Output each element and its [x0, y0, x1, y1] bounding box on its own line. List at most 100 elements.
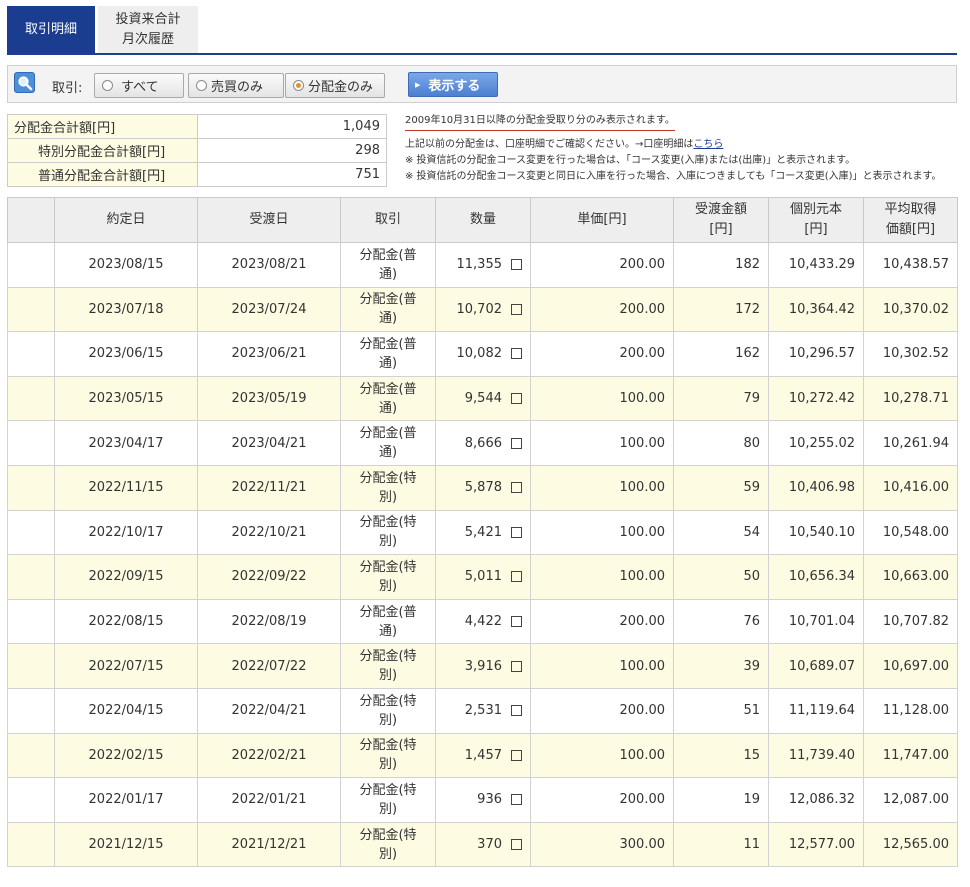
row-blank-cell — [7, 732, 55, 779]
cell-trade-date: 2023/04/17 — [54, 420, 198, 466]
cell-amount: 54 — [673, 509, 769, 556]
show-button[interactable]: ▶ 表示する — [408, 72, 498, 97]
cell-amount: 39 — [673, 643, 769, 689]
cell-amount: 182 — [673, 242, 769, 288]
cell-type-line2: 通) — [378, 311, 398, 327]
table-row: 2023/06/15 2023/06/21 分配金(普 通) 10,082 200.00 1… — [7, 331, 958, 377]
search-icon — [14, 72, 35, 93]
table-row: 2022/01/17 2022/01/21 分配金(特 別) 936 200.00 19 12… — [7, 777, 958, 823]
cell-type-line2: 別) — [378, 578, 398, 594]
table-row: 2022/11/15 2022/11/21 分配金(特 別) 5,878 100.00 59… — [7, 464, 958, 511]
cell-qty-value: 936 — [477, 792, 502, 808]
cell-type: 分配金(特 別) — [340, 554, 436, 600]
cell-trade-date: 2022/01/17 — [54, 777, 198, 823]
cell-trade-date: 2022/04/15 — [54, 687, 198, 734]
cell-type: 分配金(特 別) — [340, 643, 436, 689]
table-row: 2022/09/15 2022/09/22 分配金(特 別) 5,011 100.00 50… — [7, 554, 958, 600]
header-trade-date: 約定日 — [54, 197, 198, 243]
filter-option-all[interactable]: すべて — [94, 73, 184, 98]
cell-price: 200.00 — [530, 242, 674, 288]
cell-type-line1: 分配金(特 — [359, 827, 417, 843]
cell-avg: 10,261.94 — [863, 420, 958, 466]
cell-qty: 11,355 — [435, 242, 531, 288]
header-avg-2: 価額[円] — [885, 222, 936, 237]
summary-row-total: 分配金合計額[円] 1,049 — [7, 114, 387, 139]
table-row: 2022/02/15 2022/02/21 分配金(特 別) 1,457 100.00 15… — [7, 732, 958, 779]
account-statement-link[interactable]: こちら — [693, 139, 723, 150]
cell-type: 分配金(特別) — [340, 732, 436, 779]
cell-avg: 12,087.00 — [863, 777, 958, 823]
cell-settle-date: 2022/11/21 — [197, 464, 341, 511]
cell-amount: 79 — [673, 375, 769, 422]
cell-settle-date: 2022/08/19 — [197, 598, 341, 645]
cell-principal: 10,364.42 — [768, 286, 864, 333]
cell-avg: 10,302.52 — [863, 331, 958, 377]
row-blank-cell — [7, 777, 55, 823]
filter-option-distributions[interactable]: 分配金のみ — [285, 73, 385, 98]
table-row: 2023/05/15 2023/05/19 分配金(普 通) 9,544 100.00 79… — [7, 375, 958, 422]
row-blank-cell — [7, 821, 55, 868]
note-course-change-same-day: ※ 投資信託の分配金コース変更と同日に入庫を行った場合、入庫につきましても「コー… — [405, 171, 942, 182]
cell-type: 分配金(普 通) — [340, 242, 436, 288]
cell-avg: 10,370.02 — [863, 286, 958, 333]
tab-bar: 取引明細 投資来合計 月次履歴 — [7, 6, 957, 55]
cell-settle-date: 2023/07/24 — [197, 286, 341, 333]
cell-principal: 10,433.29 — [768, 242, 864, 288]
header-amount: 受渡金額 [円] — [673, 197, 769, 243]
cell-qty: 1,457 — [435, 732, 531, 779]
cell-type-line1: 分配金(特 — [359, 782, 417, 798]
cell-trade-date: 2023/08/15 — [54, 242, 198, 288]
note-account-statement: 上記以前の分配金は、口座明細でご確認ください。→口座明細はこちら — [405, 137, 960, 153]
unit-box-icon — [511, 705, 522, 717]
cell-type: 分配金(特 別) — [340, 687, 436, 734]
cell-settle-date: 2022/01/21 — [197, 777, 341, 823]
row-blank-cell — [7, 375, 55, 422]
cell-qty: 5,421 — [435, 509, 531, 556]
cell-qty: 936 — [435, 777, 531, 823]
cell-type-line1: 分配金(特 — [359, 693, 417, 709]
cell-type-line1: 分配金(特 — [359, 738, 417, 754]
tab-monthly-history[interactable]: 投資来合計 月次履歴 — [98, 6, 198, 53]
summary-table: 分配金合計額[円] 1,049 特別分配金合計額[円] 298 普通分配金合計額… — [7, 114, 387, 187]
cell-amount: 59 — [673, 464, 769, 511]
unit-box-icon — [511, 571, 522, 583]
cell-price: 100.00 — [530, 464, 674, 511]
show-button-label: 表示する — [428, 79, 481, 94]
cell-type-line2: 別) — [378, 534, 398, 550]
cell-qty-value: 370 — [477, 837, 502, 853]
unit-box-icon — [511, 749, 522, 761]
unit-box-icon — [511, 660, 522, 672]
radio-circle-icon — [196, 80, 207, 91]
cell-qty: 3,916 — [435, 643, 531, 689]
unit-box-icon — [511, 482, 522, 494]
cell-qty: 10,702 — [435, 286, 531, 333]
cell-price: 100.00 — [530, 643, 674, 689]
cell-type: 分配金(普 通) — [340, 331, 436, 377]
cell-settle-date: 2023/08/21 — [197, 242, 341, 288]
cell-amount: 15 — [673, 732, 769, 779]
summary-row-special: 特別分配金合計額[円] 298 — [7, 138, 387, 163]
cell-avg: 10,707.82 — [863, 598, 958, 645]
cell-settle-date: 2021/12/21 — [197, 821, 341, 868]
cell-qty-value: 10,082 — [456, 346, 503, 362]
cell-principal: 12,086.32 — [768, 777, 864, 823]
cell-type-line2: 別) — [378, 757, 398, 773]
cell-qty: 5,878 — [435, 464, 531, 511]
cell-trade-date: 2022/09/15 — [54, 554, 198, 600]
cell-qty: 8,666 — [435, 420, 531, 466]
cell-principal: 10,689.07 — [768, 643, 864, 689]
cell-amount: 50 — [673, 554, 769, 600]
cell-qty: 5,011 — [435, 554, 531, 600]
tab-monthly-history-label-2: 月次履歴 — [121, 31, 174, 47]
filter-label: 取引: — [52, 81, 83, 96]
cell-qty: 10,082 — [435, 331, 531, 377]
table-row: 2023/04/17 2023/04/21 分配金(普 通) 8,666 100.00 80… — [7, 420, 958, 466]
header-amount-2: [円] — [709, 222, 733, 237]
cell-qty: 9,544 — [435, 375, 531, 422]
cell-qty-value: 3,916 — [464, 658, 502, 674]
filter-option-trades[interactable]: 売買のみ — [188, 73, 284, 98]
header-principal: 個別元本 [円] — [768, 197, 864, 243]
tab-transactions[interactable]: 取引明細 — [7, 6, 95, 53]
cell-qty-value: 1,457 — [464, 747, 502, 763]
table-body: 2023/08/15 2023/08/21 分配金(普 通) 11,355 200.00 1… — [7, 242, 958, 868]
